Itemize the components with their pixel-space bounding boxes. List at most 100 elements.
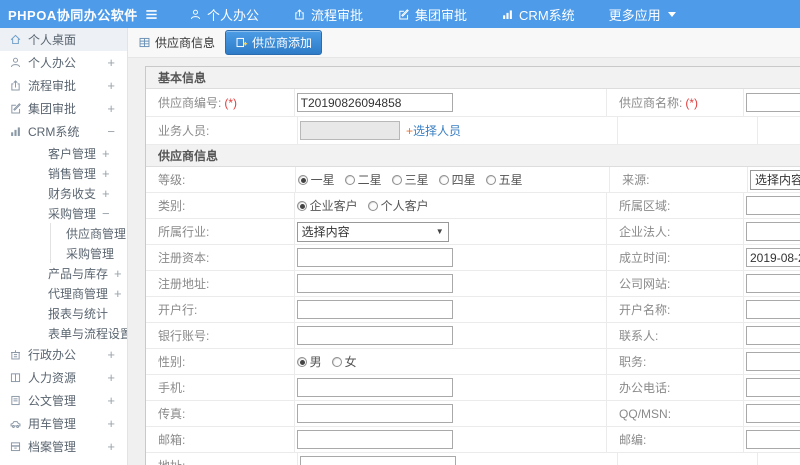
grade-radio-4[interactable]: 五星 <box>485 171 523 188</box>
sidebar-item-hr[interactable]: 人力资源 + <box>0 366 127 389</box>
expand-toggle-icon[interactable]: − <box>102 206 110 221</box>
job-title-input[interactable] <box>746 352 800 371</box>
doc-icon <box>9 394 22 407</box>
registered-capital-input[interactable] <box>296 248 453 267</box>
expand-toggle-icon[interactable]: + <box>114 266 122 281</box>
expand-toggle-icon[interactable]: + <box>107 55 115 70</box>
tab-supplier-info[interactable]: 供应商信息 <box>138 34 215 51</box>
field-value-contact-person <box>744 323 800 348</box>
field-value-gender: 男女 <box>295 349 608 374</box>
sidebar-item-vehicle-mgmt[interactable]: 用车管理 + <box>0 412 127 435</box>
expand-toggle-icon[interactable]: + <box>107 101 115 116</box>
field-label-supplier-no: 供应商编号: (*) <box>146 89 295 116</box>
sidebar-item-label: 产品与库存 <box>48 266 109 281</box>
bank-account-input[interactable] <box>296 326 453 345</box>
sidebar-item-personal-office[interactable]: 个人办公 + <box>0 51 127 74</box>
grade-radio-0[interactable]: 一星 <box>297 171 335 188</box>
expand-toggle-icon[interactable]: + <box>107 393 115 408</box>
topbar-nav-personal-office[interactable]: 个人办公 <box>189 5 259 24</box>
radio-icon <box>438 174 449 185</box>
contact-person-input[interactable] <box>746 326 800 345</box>
sidebar-item-label: 采购管理 <box>66 246 115 261</box>
topbar-nav-more-apps[interactable]: 更多应用 <box>609 5 676 24</box>
founded-date-input[interactable] <box>746 248 800 267</box>
form-row: 银行账号: 联系人: <box>146 323 800 349</box>
legal-person-input[interactable] <box>746 222 800 241</box>
field-value-founded-date <box>744 245 800 270</box>
sidebar-item-archive-mgmt[interactable]: 档案管理 + <box>0 435 127 458</box>
grade-radio-2[interactable]: 三星 <box>391 171 429 188</box>
sidebar-item-personal-desktop[interactable]: 个人桌面 <box>0 28 127 51</box>
supplier-no-input[interactable] <box>296 93 453 112</box>
sidebar-item-crm-system[interactable]: CRM系统 − <box>0 120 127 143</box>
expand-toggle-icon[interactable]: + <box>102 186 110 201</box>
qq-msn-input[interactable] <box>746 404 800 423</box>
topbar-nav-crm-system[interactable]: CRM系统 <box>501 5 575 24</box>
expand-toggle-icon[interactable]: + <box>107 439 115 454</box>
home-icon <box>9 33 22 46</box>
sidebar-item-sales-mgmt[interactable]: 销售管理 + <box>0 163 127 183</box>
sidebar-item-report-stats[interactable]: 报表与统计 <box>0 303 127 323</box>
sidebar-item-product-stock[interactable]: 产品与库存 + <box>0 263 127 283</box>
registered-address-input[interactable] <box>296 274 453 293</box>
grade-radio-3[interactable]: 四星 <box>438 171 476 188</box>
topbar-nav-group-approval[interactable]: 集团审批 <box>397 5 467 24</box>
region-input[interactable] <box>746 196 800 215</box>
grade-radio-1[interactable]: 二星 <box>344 171 382 188</box>
business-person-input[interactable] <box>300 121 400 140</box>
mobile-input[interactable] <box>296 378 453 397</box>
expand-toggle-icon[interactable]: + <box>107 416 115 431</box>
hamburger-menu-icon[interactable] <box>144 7 159 22</box>
field-label-supplier-name: 供应商名称: (*) <box>607 89 744 116</box>
sidebar-item-agent-mgmt[interactable]: 代理商管理 + <box>0 283 127 303</box>
category-radio-0[interactable]: 企业客户 <box>296 197 358 214</box>
email-input[interactable] <box>296 430 453 449</box>
sidebar-item-admin-office[interactable]: 行政办公 + <box>0 343 127 366</box>
supplier-name-input[interactable] <box>746 93 800 112</box>
sidebar-item-label: 客户管理 <box>48 146 97 161</box>
address-input[interactable] <box>300 456 456 465</box>
field-label-company-website: 公司网站: <box>607 271 744 296</box>
expand-toggle-icon[interactable]: − <box>107 124 115 139</box>
edit-icon <box>9 102 22 115</box>
expand-toggle-icon[interactable]: + <box>107 78 115 93</box>
postcode-input[interactable] <box>746 430 800 449</box>
required-mark: (*) <box>224 95 238 110</box>
expand-toggle-icon[interactable]: + <box>107 347 115 362</box>
sidebar-item-finance-io[interactable]: 财务收支 + <box>0 183 127 203</box>
sidebar-item-form-flow-settings[interactable]: 表单与流程设置+ <box>0 323 127 343</box>
company-website-input[interactable] <box>746 274 800 293</box>
industry-select[interactable]: 选择内容 ▼ <box>296 221 449 242</box>
field-value-fax <box>295 401 608 426</box>
fax-input[interactable] <box>296 404 453 423</box>
category-radio-1[interactable]: 个人客户 <box>367 197 429 214</box>
sidebar-item-label: 财务收支 <box>48 186 97 201</box>
choose-person-link[interactable]: +选择人员 <box>406 122 461 139</box>
bank-branch-input[interactable] <box>296 300 453 319</box>
sidebar-item-purchasing[interactable]: 采购管理 <box>50 243 127 263</box>
expand-toggle-icon[interactable]: + <box>107 370 115 385</box>
sidebar-item-customer-mgmt[interactable]: 客户管理 + <box>0 143 127 163</box>
tab-supplier-add[interactable]: 供应商添加 <box>225 30 323 55</box>
expand-toggle-icon[interactable]: + <box>102 166 110 181</box>
topbar-nav-workflow-approval[interactable]: 流程审批 <box>293 5 363 24</box>
form-row: 开户行: 开户名称: <box>146 297 800 323</box>
expand-toggle-icon[interactable]: + <box>114 286 122 301</box>
radio-icon <box>367 200 378 211</box>
sidebar-item-supplier-mgmt[interactable]: 供应商管理 <box>50 223 127 243</box>
source-select[interactable]: 选择内容▼ <box>750 169 800 190</box>
gender-radio-0[interactable]: 男 <box>296 353 322 370</box>
chart-icon <box>9 125 22 138</box>
sidebar-item-label: 个人桌面 <box>28 33 77 47</box>
sidebar-item-workflow-approval[interactable]: 流程审批 + <box>0 74 127 97</box>
sidebar-item-doc-mgmt[interactable]: 公文管理 + <box>0 389 127 412</box>
sidebar-item-label: 采购管理 <box>48 206 97 221</box>
expand-toggle-icon[interactable]: + <box>102 146 110 161</box>
account-name-input[interactable] <box>746 300 800 319</box>
office-phone-input[interactable] <box>746 378 800 397</box>
gender-radio-1[interactable]: 女 <box>331 353 357 370</box>
sidebar-item-purchase-mgmt[interactable]: 采购管理 − <box>0 203 127 223</box>
table-icon <box>138 36 151 49</box>
sidebar-item-group-approval[interactable]: 集团审批 + <box>0 97 127 120</box>
sidebar-item-label: 报表与统计 <box>48 306 109 321</box>
